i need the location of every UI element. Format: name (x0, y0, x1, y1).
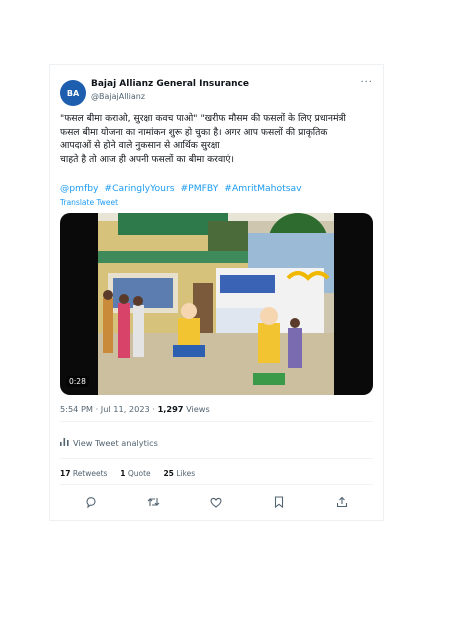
tweet-text-line: फसल बीमा योजना का नामांकन शुरू हो चुका ह… (60, 126, 328, 138)
engagement-stats: 17 Retweets 1 Quote 25 Likes (60, 469, 195, 478)
tweet-text: "फसल बीमा कराओ, सुरक्षा कवच पाओ" "खरीफ म… (60, 112, 372, 166)
tweet-timestamp[interactable]: 5:54 PM · Jul 11, 2023 (60, 404, 150, 414)
hashtag-link[interactable]: #AmritMahotsav (224, 183, 301, 194)
tweet-text-line: चाहते है तो आज ही अपनी फसलों का बीमा करव… (60, 153, 234, 165)
video-duration: 0:28 (66, 376, 89, 387)
hashtag-link[interactable]: #PMFBY (180, 183, 218, 194)
views-count: 1,297 (157, 404, 184, 414)
quotes-stat[interactable]: 1 Quote (120, 469, 150, 478)
video-player[interactable]: 0:28 (60, 213, 373, 395)
share-icon[interactable] (335, 495, 349, 509)
avatar[interactable]: BA (60, 80, 86, 106)
likes-count: 25 (163, 469, 174, 478)
translate-tweet-link[interactable]: Translate Tweet (60, 198, 118, 207)
tweet-card: BA Bajaj Allianz General Insurance @Baja… (49, 64, 384, 521)
view-analytics-link[interactable]: View Tweet analytics (60, 437, 158, 448)
hashtag-link[interactable]: #CaringlyYours (104, 183, 174, 194)
retweets-count: 17 (60, 469, 71, 478)
bookmark-icon[interactable] (272, 495, 286, 509)
tweet-text-line: आपदाओं से होने वाले नुकसान से आर्थिक सुर… (60, 140, 220, 151)
account-handle[interactable]: @BajajAllianz (91, 92, 145, 101)
tweet-actions (60, 495, 373, 509)
quotes-label: Quote (125, 469, 151, 478)
divider (60, 458, 373, 459)
divider (60, 484, 373, 485)
hashtags: @pmfby #CaringlyYours #PMFBY #AmritMahot… (60, 183, 305, 194)
more-options-icon[interactable]: ··· (360, 77, 373, 88)
reply-icon[interactable] (84, 495, 98, 509)
analytics-icon (60, 437, 69, 448)
likes-stat[interactable]: 25 Likes (163, 469, 195, 478)
retweets-stat[interactable]: 17 Retweets (60, 469, 107, 478)
video-thumbnail (98, 213, 334, 395)
views-label: Views (183, 404, 210, 414)
analytics-label: View Tweet analytics (73, 437, 158, 448)
retweets-label: Retweets (70, 469, 108, 478)
tweet-text-line: "फसल बीमा कराओ, सुरक्षा कवच पाओ" "खरीफ म… (60, 113, 346, 124)
like-icon[interactable] (209, 495, 223, 509)
video-scene-image (98, 213, 334, 395)
retweet-icon[interactable] (147, 495, 161, 509)
hashtag-link[interactable]: @pmfby (60, 183, 98, 194)
tweet-meta: 5:54 PM · Jul 11, 2023 · 1,297 Views (60, 404, 210, 414)
account-name[interactable]: Bajaj Allianz General Insurance (91, 79, 249, 89)
divider (60, 421, 373, 422)
likes-label: Likes (173, 469, 196, 478)
meta-separator: · (149, 404, 158, 414)
